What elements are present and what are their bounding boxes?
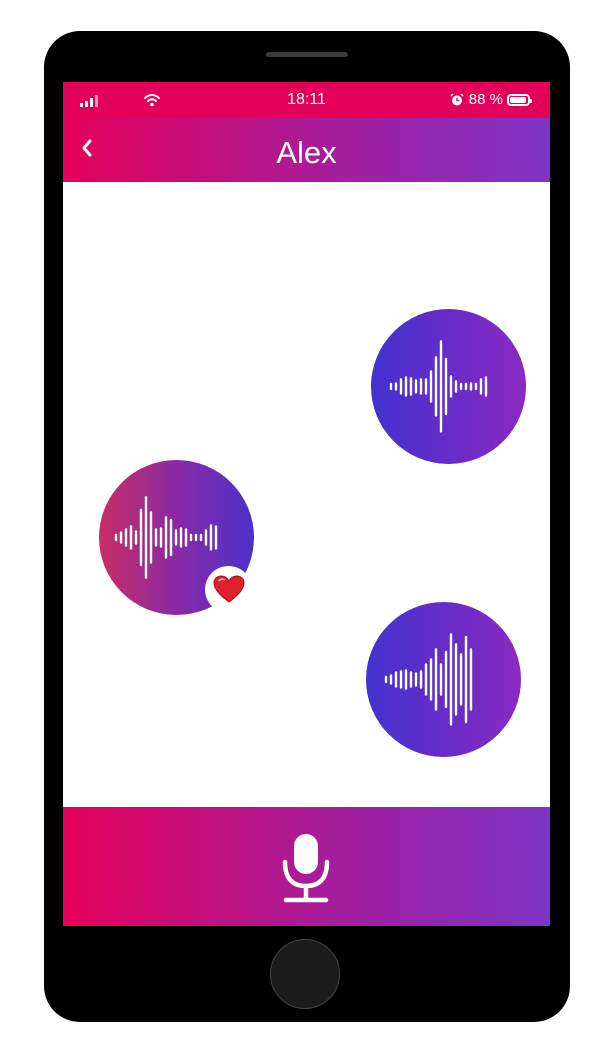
voice-message-bubble[interactable] [366,602,521,757]
battery-percent: 88 % [468,91,503,108]
reaction-badge[interactable] [205,566,252,613]
record-bar [63,807,550,926]
waveform-icon [384,633,473,726]
contact-name: Alex [276,135,337,170]
alarm-icon [450,92,464,105]
waveform-icon [389,340,488,433]
status-bar: 18:11 88 % [63,82,550,118]
voice-message-bubble[interactable] [371,309,526,464]
chat-header: Alex [63,118,550,182]
microphone-icon[interactable] [279,832,333,904]
heart-icon [212,575,245,603]
speaker-grille [266,52,348,57]
battery-icon [507,93,532,106]
screen: 18:11 88 % Alex [63,82,550,926]
phone-frame: 18:11 88 % Alex [44,31,570,1022]
status-right: 88 % [450,91,532,108]
home-button[interactable] [270,939,340,1009]
